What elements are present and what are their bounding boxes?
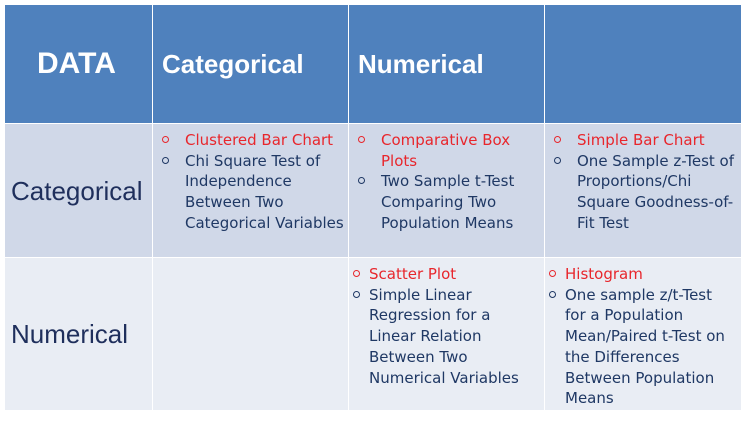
circle-bullet-icon <box>353 290 360 298</box>
row-label-cell: Numerical <box>4 257 153 411</box>
circle-bullet-icon <box>162 136 169 143</box>
circle-bullet-icon <box>554 156 561 164</box>
table-row-numerical: Numerical Scatter Plot Simple Linear Reg… <box>4 257 742 411</box>
circle-bullet-icon <box>554 136 561 143</box>
header-col-label: Categorical <box>162 48 304 79</box>
analysis-matrix: DATA Categorical Numerical Categorical C… <box>4 4 742 411</box>
list-item: Simple Bar Chart <box>545 130 737 151</box>
list-item: Histogram <box>545 264 737 285</box>
table-cell-empty <box>152 257 349 411</box>
circle-bullet-icon <box>549 290 556 298</box>
table-row-categorical: Categorical Clustered Bar Chart Chi Squa… <box>4 123 742 258</box>
circle-bullet-icon <box>353 270 360 277</box>
circle-bullet-icon <box>358 177 365 185</box>
table-cell: Simple Bar Chart One Sample z-Test of Pr… <box>544 123 742 258</box>
header-col-categorical: Categorical <box>152 4 349 124</box>
row-label: Categorical <box>11 176 143 206</box>
plot-name: Scatter Plot <box>369 265 457 283</box>
method-list: Clustered Bar Chart Chi Square Test of I… <box>153 124 348 234</box>
plot-name: Histogram <box>565 265 643 283</box>
header-corner-cell: DATA <box>4 4 153 124</box>
header-col-empty <box>544 4 742 124</box>
list-item: Simple Linear Regression for a Linear Re… <box>349 285 540 389</box>
table-cell: Histogram One sample z/t-Test for a Popu… <box>544 257 742 411</box>
list-item: Chi Square Test of Independence Between … <box>153 151 344 234</box>
circle-bullet-icon <box>549 270 556 277</box>
circle-bullet-icon <box>162 156 169 164</box>
plot-name: Clustered Bar Chart <box>185 131 334 149</box>
row-label: Numerical <box>11 318 129 349</box>
list-item: Comparative Box Plots <box>349 130 540 171</box>
header-col-numerical: Numerical <box>348 4 545 124</box>
test-name: Chi Square Test of Independence Between … <box>185 151 344 232</box>
list-item: One sample z/t-Test for a Population Mea… <box>545 285 737 409</box>
table-cell: Scatter Plot Simple Linear Regression fo… <box>348 257 545 411</box>
table-cell: Clustered Bar Chart Chi Square Test of I… <box>152 123 349 258</box>
list-item: Clustered Bar Chart <box>153 130 344 151</box>
method-list: Histogram One sample z/t-Test for a Popu… <box>545 258 741 409</box>
method-list: Scatter Plot Simple Linear Regression fo… <box>349 258 544 388</box>
list-item: Two Sample t-Test Comparing Two Populati… <box>349 171 540 233</box>
method-list: Simple Bar Chart One Sample z-Test of Pr… <box>545 124 741 234</box>
list-item: Scatter Plot <box>349 264 540 285</box>
method-list: Comparative Box Plots Two Sample t-Test … <box>349 124 544 234</box>
plot-name: Simple Bar Chart <box>577 131 705 149</box>
plot-name: Comparative Box Plots <box>381 131 511 170</box>
header-corner-label: DATA <box>37 47 116 80</box>
test-name: One sample z/t-Test for a Population Mea… <box>565 285 725 408</box>
header-col-label: Numerical <box>358 48 484 79</box>
row-label-cell: Categorical <box>4 123 153 258</box>
table-cell: Comparative Box Plots Two Sample t-Test … <box>348 123 545 258</box>
test-name: One Sample z-Test of Proportions/Chi Squ… <box>577 151 734 232</box>
test-name: Simple Linear Regression for a Linear Re… <box>369 285 519 387</box>
circle-bullet-icon <box>358 136 365 143</box>
data-type-table: DATA Categorical Numerical Categorical C… <box>4 4 742 415</box>
list-item: One Sample z-Test of Proportions/Chi Squ… <box>545 151 737 234</box>
test-name: Two Sample t-Test Comparing Two Populati… <box>381 172 515 232</box>
header-row: DATA Categorical Numerical <box>4 4 742 124</box>
